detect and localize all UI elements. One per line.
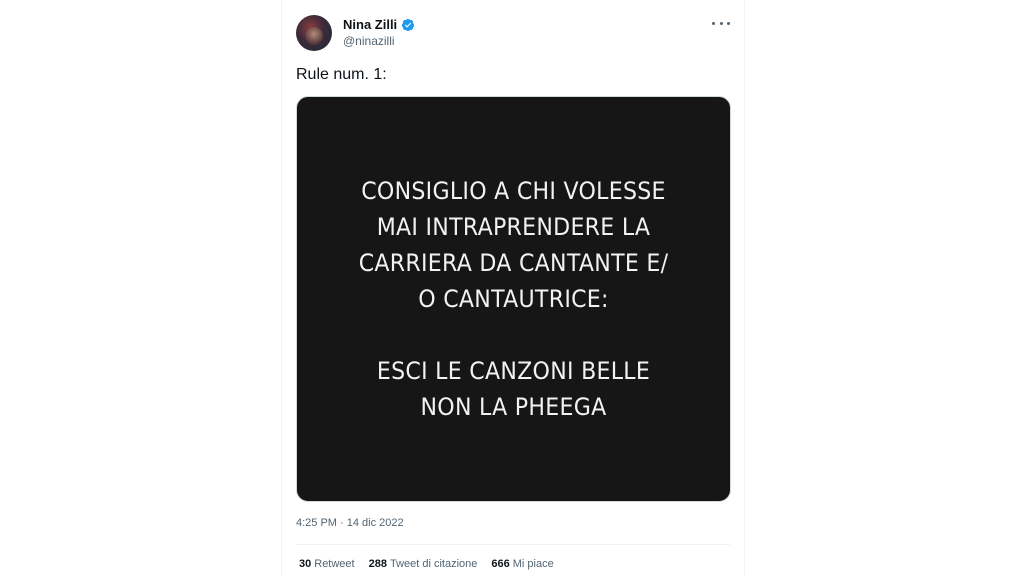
author-name-row: Nina Zilli — [343, 17, 415, 32]
tweet-image[interactable]: CONSIGLIO A CHI VOLESSE MAI INTRAPRENDER… — [296, 96, 731, 502]
tweet-card: Nina Zilli @ninazilli Rule num. 1: CONSI… — [281, 0, 745, 576]
image-text-line: CARRIERA DA CANTANTE E/ — [358, 249, 669, 277]
retweets-label: Retweet — [314, 558, 355, 570]
likes-stat[interactable]: 666 Mi piace — [491, 558, 553, 570]
tweet-timestamp[interactable]: 4:25 PM · 14 dic 2022 — [296, 517, 404, 529]
likes-label: Mi piace — [512, 558, 554, 570]
likes-count: 666 — [491, 558, 510, 570]
divider — [296, 544, 730, 545]
image-text-line: CONSIGLIO A CHI VOLESSE — [361, 177, 666, 205]
image-text-line: O CANTAUTRICE: — [418, 285, 609, 313]
image-text-line: MAI INTRAPRENDERE LA — [376, 213, 651, 241]
more-options-icon[interactable] — [712, 17, 730, 29]
quote-tweets-label: Tweet di citazione — [389, 558, 478, 570]
retweets-count: 30 — [299, 558, 312, 570]
avatar[interactable] — [296, 15, 332, 51]
author-display-name[interactable]: Nina Zilli — [343, 17, 397, 32]
quote-tweets-stat[interactable]: 288 Tweet di citazione — [369, 558, 478, 570]
author-handle[interactable]: @ninazilli — [343, 34, 395, 48]
image-text-line: NON LA PHEEGA — [420, 393, 607, 421]
verified-badge-icon — [402, 18, 415, 31]
engagement-stats: 30 Retweet 288 Tweet di citazione 666 Mi pi… — [299, 558, 554, 570]
tweet-text: Rule num. 1: — [296, 66, 387, 83]
image-text-spacer — [314, 317, 712, 353]
quote-tweets-count: 288 — [368, 558, 387, 570]
image-text: CONSIGLIO A CHI VOLESSE MAI INTRAPRENDER… — [314, 173, 712, 425]
retweets-stat[interactable]: 30 Retweet — [299, 558, 355, 570]
image-text-line: ESCI LE CANZONI BELLE — [376, 357, 651, 385]
